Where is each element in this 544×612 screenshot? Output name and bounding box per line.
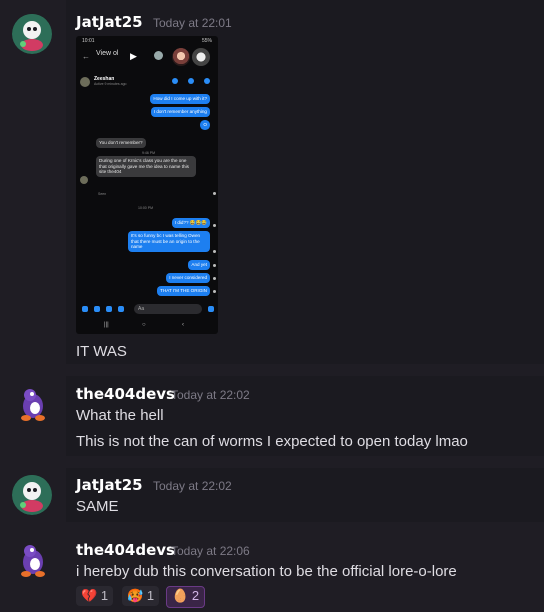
message-text: This is not the can of worms I expected … <box>76 433 468 450</box>
hot-face-icon: 🥵 <box>127 588 144 603</box>
reaction-broken-heart[interactable]: 💔 1 <box>76 586 114 606</box>
phone-battery: 55% <box>201 38 212 44</box>
phone-bubble-in: You don't remember? <box>96 138 146 148</box>
read-receipt-icon <box>213 250 216 253</box>
read-receipt-icon <box>213 290 216 293</box>
reaction-count: 1 <box>146 588 155 603</box>
reaction-count: 2 <box>191 588 200 603</box>
info-icon <box>204 78 210 84</box>
phone-timestamp: 10:00 PM <box>138 206 153 210</box>
contact-avatar-small <box>80 176 88 184</box>
phone-bubble-out: How did I come up with it? <box>150 94 210 104</box>
phone-call-icon <box>172 78 178 84</box>
phone-bubble-out: THAT I'M THE ORIGIN <box>157 286 210 296</box>
phone-bubble-out: I did?? 😂😂😂 <box>171 218 210 228</box>
message-author[interactable]: JatJat25 <box>76 476 143 494</box>
message-author[interactable]: JatJat25 <box>76 13 143 31</box>
reaction-hot-face[interactable]: 🥵 1 <box>122 586 160 606</box>
phone-profile-avatar-2 <box>192 48 210 66</box>
phone-back-icon: ← <box>82 52 90 61</box>
phone-compose-bar: Aa <box>76 302 218 316</box>
phone-message-input: Aa <box>134 304 202 314</box>
message-text: SAME <box>76 498 119 515</box>
phone-like-icon <box>208 306 214 312</box>
phone-bubble-out: It's so funny bc I was telling Owen that… <box>128 231 210 252</box>
video-call-icon <box>188 78 194 84</box>
phone-camera-icon <box>94 306 100 312</box>
message-text: What the hell <box>76 407 164 424</box>
avatar-the404devs[interactable] <box>12 384 52 424</box>
reaction-count: 1 <box>100 588 109 603</box>
message-timestamp: Today at 22:02 <box>171 388 250 402</box>
read-receipt-icon <box>213 192 216 195</box>
message-timestamp: Today at 22:01 <box>153 16 232 30</box>
message-author[interactable]: the404devs <box>76 541 175 559</box>
phone-bubble-out: And yet <box>188 260 210 270</box>
phone-bubble-out: O <box>200 120 210 130</box>
phone-play-icon: ▶ <box>130 51 137 61</box>
phone-profile-avatar <box>172 48 190 66</box>
phone-seen: Seen <box>98 192 107 196</box>
read-receipt-icon <box>213 224 216 227</box>
avatar-jatjat25[interactable] <box>12 14 52 54</box>
message-timestamp: Today at 22:02 <box>153 479 232 493</box>
message-author[interactable]: the404devs <box>76 385 175 403</box>
phone-header-title: View ol <box>96 50 119 57</box>
avatar-jatjat25[interactable] <box>12 475 52 515</box>
phone-nav-bar: ||| ○ ‹ <box>76 320 218 332</box>
message-text: IT WAS <box>76 343 127 360</box>
read-receipt-icon <box>213 264 216 267</box>
reaction-egg[interactable]: 🥚 2 <box>166 586 206 608</box>
egg-icon: 🥚 <box>172 588 189 603</box>
message-text: i hereby dub this conversation to be the… <box>76 563 457 580</box>
phone-header: ← View ol ▶ <box>76 46 218 68</box>
attached-screenshot[interactable]: 10:01 55% ← View ol ▶ Zeeshan Active 9 m… <box>76 36 218 334</box>
phone-recents-icon: ||| <box>104 322 109 328</box>
contact-avatar <box>80 77 90 87</box>
phone-status-bar: 10:01 55% <box>82 38 212 46</box>
phone-menu-icon <box>82 306 88 312</box>
phone-image-icon <box>106 306 112 312</box>
messenger-icon <box>154 51 163 60</box>
phone-back-nav-icon: ‹ <box>182 322 184 328</box>
phone-home-icon: ○ <box>142 322 146 328</box>
message-timestamp: Today at 22:06 <box>171 544 250 558</box>
phone-bubble-in: During one of Krnic's class you are the … <box>96 156 196 177</box>
contact-status: Active 9 minutes ago <box>94 82 127 86</box>
phone-status-time: 10:01 <box>82 38 95 44</box>
read-receipt-icon <box>213 277 216 280</box>
phone-bubble-out: I never considered <box>166 273 210 283</box>
broken-heart-icon: 💔 <box>81 588 98 603</box>
phone-contact-bar: Zeeshan Active 9 minutes ago <box>80 76 214 90</box>
avatar-the404devs[interactable] <box>12 540 52 580</box>
phone-timestamp: 9:46 PM <box>142 151 156 155</box>
phone-mic-icon <box>118 306 124 312</box>
phone-bubble-out: I don't remember anything <box>150 107 210 117</box>
